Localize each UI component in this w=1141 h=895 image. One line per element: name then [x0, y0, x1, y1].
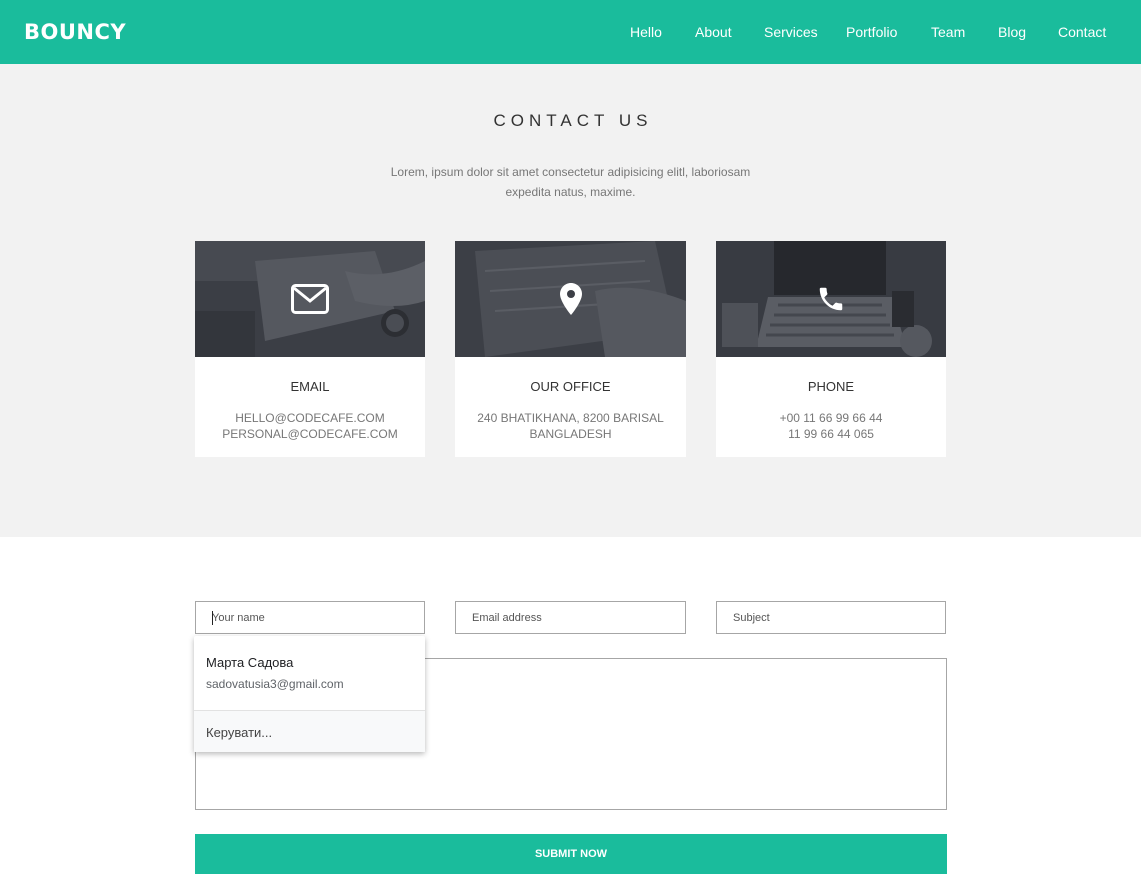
nav-link-contact[interactable]: Contact — [1058, 24, 1106, 41]
brand-logo[interactable]: BOUNCY — [24, 19, 126, 45]
office-card-image — [455, 241, 686, 357]
email-card-image — [195, 241, 425, 357]
name-field — [195, 601, 425, 634]
envelope-icon — [291, 284, 329, 314]
email-card-title: EMAIL — [290, 379, 330, 394]
office-card: OUR OFFICE 240 BHATIKHANA, 8200 BARISAL … — [455, 241, 686, 457]
map-pin-icon — [559, 283, 582, 315]
subject-input[interactable] — [717, 602, 945, 633]
section-description: Lorem, ipsum dolor sit amet consectetur … — [385, 162, 756, 202]
nav-link-portfolio[interactable]: Portfolio — [846, 24, 897, 41]
submit-button[interactable]: SUBMIT NOW — [195, 834, 947, 874]
office-card-title: OUR OFFICE — [530, 379, 611, 394]
email-card: EMAIL HELLO@CODECAFE.COM PERSONAL@CODECA… — [195, 241, 425, 457]
description-line-2: expedita natus, maxime. — [505, 185, 636, 199]
nav-link-about[interactable]: About — [695, 24, 732, 41]
autocomplete-manage-button[interactable]: Керувати... — [194, 710, 425, 752]
section-title: CONTACT US — [493, 111, 653, 130]
email-field — [455, 601, 686, 634]
nav-link-blog[interactable]: Blog — [998, 24, 1026, 41]
autocomplete-entry-name: Марта Садова — [206, 655, 294, 670]
description-line-1: Lorem, ipsum dolor sit amet consectetur … — [390, 165, 751, 179]
nav-link-services[interactable]: Services — [764, 24, 818, 41]
nav-link-hello[interactable]: Hello — [630, 24, 662, 41]
office-line-1: 240 BHATIKHANA, 8200 BARISAL — [477, 411, 664, 425]
nav-link-team[interactable]: Team — [931, 24, 965, 41]
autocomplete-entry[interactable]: Марта Садова sadovatusia3@gmail.com — [194, 636, 425, 710]
phone-line-1: +00 11 66 99 66 44 — [779, 411, 883, 425]
phone-card-title: PHONE — [807, 379, 855, 394]
phone-line-2: 11 99 66 44 065 — [788, 427, 874, 441]
autocomplete-entry-email: sadovatusia3@gmail.com — [206, 677, 344, 691]
phone-icon — [819, 287, 843, 311]
name-input[interactable] — [196, 602, 424, 633]
autocomplete-manage-label: Керувати... — [206, 725, 273, 740]
navbar: BOUNCY Hello About Services Portfolio Te… — [0, 0, 1141, 64]
email-line-1: HELLO@CODECAFE.COM — [235, 411, 385, 425]
text-caret — [212, 611, 213, 625]
email-input[interactable] — [456, 602, 685, 633]
office-line-2: BANGLADESH — [529, 427, 612, 441]
subject-field — [716, 601, 946, 634]
autocomplete-dropdown: Марта Садова sadovatusia3@gmail.com Керу… — [194, 636, 425, 752]
phone-card-image — [716, 241, 946, 357]
phone-card: PHONE +00 11 66 99 66 44 11 99 66 44 065 — [716, 241, 946, 457]
email-line-2: PERSONAL@CODECAFE.COM — [222, 427, 398, 441]
